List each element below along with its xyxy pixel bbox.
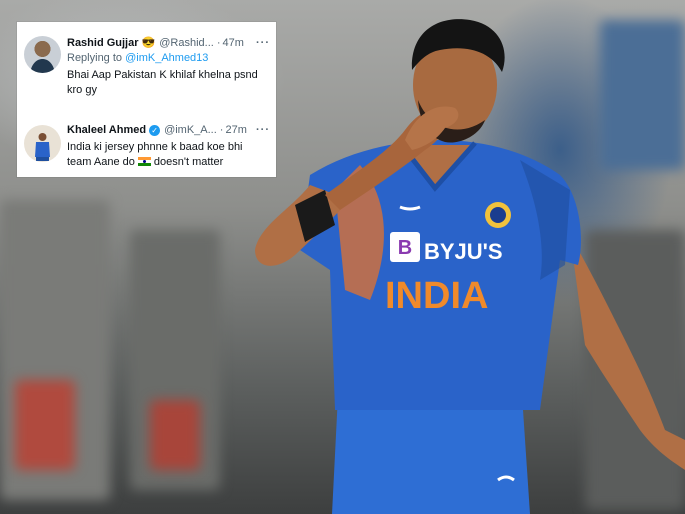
tweet-reply[interactable]: Rashid Gujjar 😎 @Rashid... · 47m ··· Rep…	[17, 22, 276, 112]
replying-to-label: Replying to	[67, 52, 126, 64]
replying-to-handle-link[interactable]: @imK_Ahmed13	[125, 52, 208, 64]
separator-dot: ·	[219, 124, 224, 136]
crowd-blur	[15, 380, 75, 470]
cricket-player-image: B BYJU'S INDIA	[255, 19, 685, 514]
tweet-text: India ki jersey phnne k baad koe bhi tea…	[67, 140, 264, 170]
verified-badge-icon: ✓	[149, 124, 161, 136]
tweet-text-part: doesn't matter	[153, 156, 224, 168]
jersey-sponsor-text: BYJU'S	[424, 239, 503, 264]
tweet-timestamp[interactable]: 27m	[225, 124, 246, 136]
tweet-text: Bhai Aap Pakistan K khilaf khelna psnd k…	[67, 69, 258, 96]
separator-dot: ·	[216, 36, 221, 49]
replying-to-line: Replying to @imK_Ahmed13	[67, 52, 208, 64]
crowd-blur	[150, 400, 200, 470]
avatar[interactable]	[24, 36, 61, 73]
tweet-response[interactable]: Khaleel Ahmed ✓ @imK_A... · 27m ··· Indi…	[17, 112, 276, 177]
india-flag-icon	[137, 157, 151, 166]
jersey-country-text: INDIA	[385, 275, 488, 317]
sunglasses-emoji-icon: 😎	[141, 37, 156, 49]
tweet-timestamp[interactable]: 47m	[222, 37, 243, 49]
tweet-author-name[interactable]: Khaleel Ahmed	[67, 124, 146, 136]
player-shorts	[332, 395, 530, 514]
more-options-icon[interactable]: ···	[256, 37, 270, 49]
tweet-author-handle[interactable]: @Rashid...	[159, 37, 214, 49]
byjus-logo-letter: B	[398, 237, 412, 259]
tweet-author-name[interactable]: Rashid Gujjar	[67, 37, 139, 49]
tweet-author-handle[interactable]: @imK_A...	[164, 124, 217, 136]
tweet-card: Rashid Gujjar 😎 @Rashid... · 47m ··· Rep…	[17, 22, 276, 177]
avatar[interactable]	[24, 125, 61, 162]
more-options-icon[interactable]: ···	[256, 124, 270, 136]
